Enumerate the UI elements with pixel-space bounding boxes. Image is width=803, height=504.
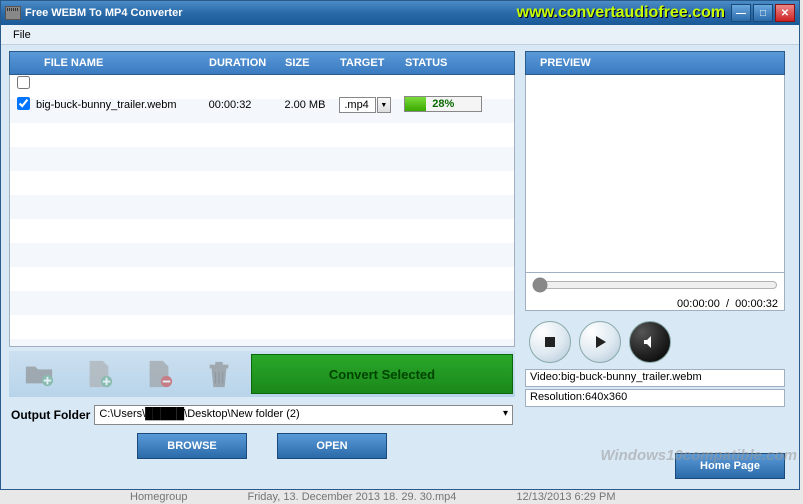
table-header: FILE NAME DURATION SIZE TARGET STATUS	[9, 51, 515, 75]
minimize-button[interactable]: —	[731, 4, 751, 22]
delete-button[interactable]	[189, 354, 249, 394]
resolution-info: Resolution:640x360	[525, 389, 785, 407]
app-window: Free WEBM To MP4 Converter www.convertau…	[0, 0, 800, 490]
time-total: 00:00:32	[735, 298, 778, 310]
preview-area	[525, 75, 785, 273]
time-display: 00:00:00 / 00:00:32	[532, 298, 778, 310]
add-folder-button[interactable]	[9, 354, 69, 394]
trash-icon	[203, 359, 235, 389]
cell-size: 2.00 MB	[284, 99, 339, 111]
add-file-button[interactable]	[69, 354, 129, 394]
menubar: File	[1, 25, 799, 45]
target-dropdown-button[interactable]: ▼	[377, 97, 391, 113]
browse-button[interactable]: BROWSE	[137, 433, 247, 459]
remove-icon	[143, 359, 175, 389]
target-value: .mp4	[339, 97, 375, 113]
cell-target: .mp4 ▼	[339, 97, 404, 113]
maximize-button[interactable]: □	[753, 4, 773, 22]
volume-icon	[642, 334, 658, 350]
preview-header: PREVIEW	[525, 51, 785, 75]
column-duration[interactable]: DURATION	[209, 57, 285, 69]
progress-text: 28%	[405, 97, 481, 111]
file-add-icon	[83, 359, 115, 389]
titlebar[interactable]: Free WEBM To MP4 Converter www.convertau…	[1, 1, 799, 25]
row-checkbox[interactable]	[17, 97, 30, 110]
column-status[interactable]: STATUS	[405, 57, 493, 69]
seek-row: 00:00:00 / 00:00:32	[525, 273, 785, 311]
website-url: www.convertaudiofree.com	[517, 4, 725, 22]
toolbar: Convert Selected	[9, 351, 515, 397]
remove-button[interactable]	[129, 354, 189, 394]
stop-button[interactable]	[529, 321, 571, 363]
cell-duration: 00:00:32	[209, 99, 285, 111]
video-info: Video:big-buck-bunny_trailer.webm	[525, 369, 785, 387]
taskbar-peek: Homegroup Friday, 13. December 2013 18. …	[0, 490, 803, 504]
cell-filename: big-buck-bunny_trailer.webm	[34, 99, 209, 111]
play-icon	[592, 334, 608, 350]
column-target[interactable]: TARGET	[340, 57, 405, 69]
output-folder-select[interactable]: C:\Users\█████\Desktop\New folder (2)	[94, 405, 513, 425]
table-selectall-row	[10, 75, 514, 93]
convert-button[interactable]: Convert Selected	[251, 354, 513, 394]
stop-icon	[542, 334, 558, 350]
app-icon	[5, 6, 21, 20]
column-filename[interactable]: FILE NAME	[34, 57, 209, 69]
volume-button[interactable]	[629, 321, 671, 363]
progress-bar: 28%	[404, 96, 482, 112]
output-folder-label: Output Folder	[11, 408, 90, 422]
cell-status: 28%	[404, 96, 514, 115]
folder-add-icon	[23, 359, 55, 389]
window-title: Free WEBM To MP4 Converter	[25, 7, 517, 19]
right-pane: PREVIEW 00:00:00 / 00:00:32	[525, 51, 785, 459]
close-button[interactable]: ✕	[775, 4, 795, 22]
output-folder-row: Output Folder C:\Users\█████\Desktop\New…	[9, 405, 515, 425]
select-all-checkbox[interactable]	[17, 76, 30, 89]
menu-file[interactable]: File	[5, 27, 39, 43]
table-row[interactable]: big-buck-bunny_trailer.webm 00:00:32 2.0…	[10, 93, 514, 117]
home-page-button[interactable]: Home Page	[675, 453, 785, 479]
seek-slider[interactable]	[532, 277, 778, 293]
left-pane: FILE NAME DURATION SIZE TARGET STATUS bi…	[9, 51, 515, 459]
time-current: 00:00:00	[677, 298, 720, 310]
media-controls	[525, 317, 785, 367]
play-button[interactable]	[579, 321, 621, 363]
table-body: big-buck-bunny_trailer.webm 00:00:32 2.0…	[9, 75, 515, 347]
open-button[interactable]: OPEN	[277, 433, 387, 459]
column-size[interactable]: SIZE	[285, 57, 340, 69]
